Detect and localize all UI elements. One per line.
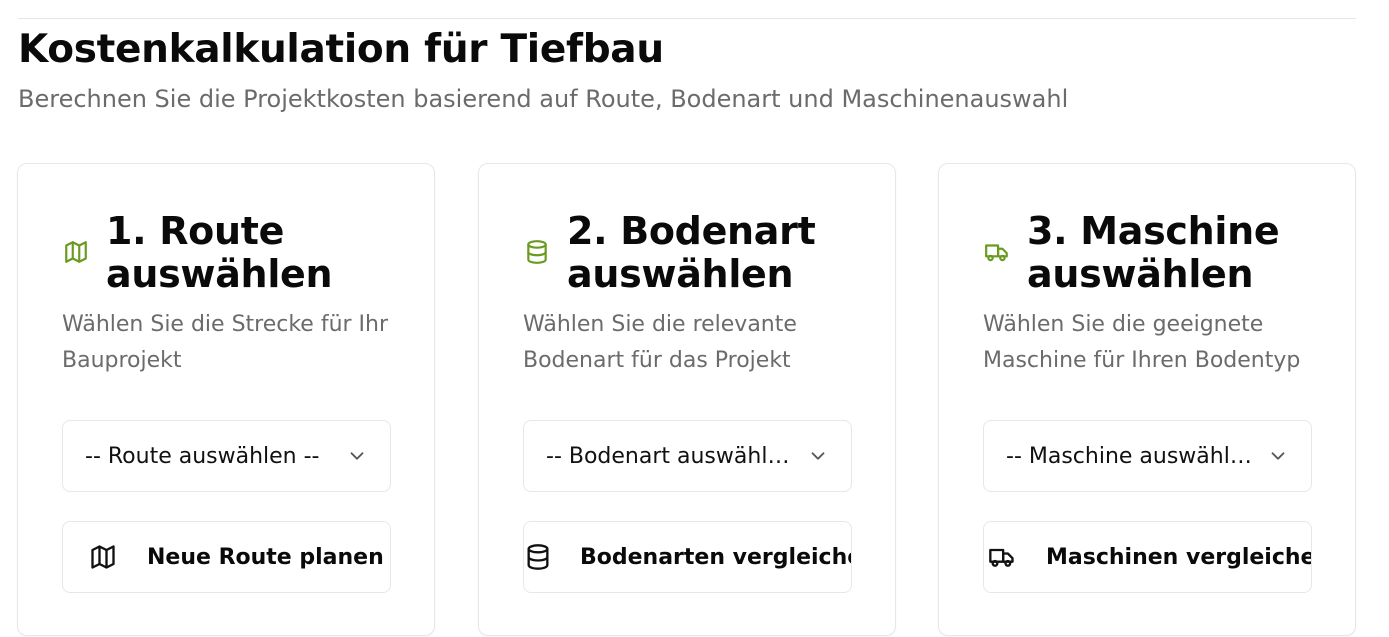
chevron-down-icon (350, 452, 364, 460)
truck-icon (989, 548, 1014, 567)
page-title: Kostenkalkulation für Tiefbau (18, 27, 664, 72)
card-title: 2. Bodenart auswählen (567, 209, 816, 296)
machine-select-value: -- Maschine auswählen -- (1006, 443, 1261, 469)
compare-soils-button[interactable]: Bodenarten vergleichen (523, 521, 852, 593)
route-select-value: -- Route auswählen -- (85, 443, 320, 469)
card-header: 2. Bodenart auswählen (523, 210, 863, 296)
machine-select[interactable]: -- Maschine auswählen -- (983, 420, 1312, 492)
compare-machines-label: Maschinen vergleichen (1046, 544, 1312, 570)
soil-select-value: -- Bodenart auswählen -- (546, 443, 801, 469)
card-header: 1. Route auswählen (62, 210, 402, 296)
soil-select[interactable]: -- Bodenart auswählen -- (523, 420, 852, 492)
page-subtitle: Berechnen Sie die Projektkosten basieren… (18, 85, 1069, 113)
database-icon (523, 238, 551, 266)
card-title: 3. Maschine auswählen (1027, 209, 1280, 296)
truck-icon (983, 238, 1011, 266)
card-description: Wählen Sie die relevante Bodenart für da… (523, 312, 797, 373)
map-icon (91, 545, 115, 569)
soil-card: 2. Bodenart auswählen Wählen Sie die rel… (478, 163, 896, 636)
card-header: 3. Maschine auswählen (983, 210, 1323, 296)
card-description: Wählen Sie die geeignete Maschine für Ih… (983, 312, 1301, 373)
chevron-down-icon (1271, 452, 1285, 460)
machine-card: 3. Maschine auswählen Wählen Sie die gee… (938, 163, 1356, 636)
plan-new-route-label: Neue Route planen (147, 544, 384, 570)
route-card: 1. Route auswählen Wählen Sie die Streck… (17, 163, 435, 636)
card-description: Wählen Sie die Strecke für Ihr Bauprojek… (62, 312, 389, 373)
database-icon (527, 544, 549, 570)
route-select[interactable]: -- Route auswählen -- (62, 420, 391, 492)
card-title: 1. Route auswählen (106, 209, 333, 296)
chevron-down-icon (811, 452, 825, 460)
compare-soils-label: Bodenarten vergleichen (580, 544, 852, 570)
plan-new-route-button[interactable]: Neue Route planen (62, 521, 391, 593)
page: Kostenkalkulation für Tiefbau Berechnen … (0, 0, 1389, 637)
map-icon (62, 238, 90, 266)
top-divider (18, 18, 1356, 19)
compare-machines-button[interactable]: Maschinen vergleichen (983, 521, 1312, 593)
